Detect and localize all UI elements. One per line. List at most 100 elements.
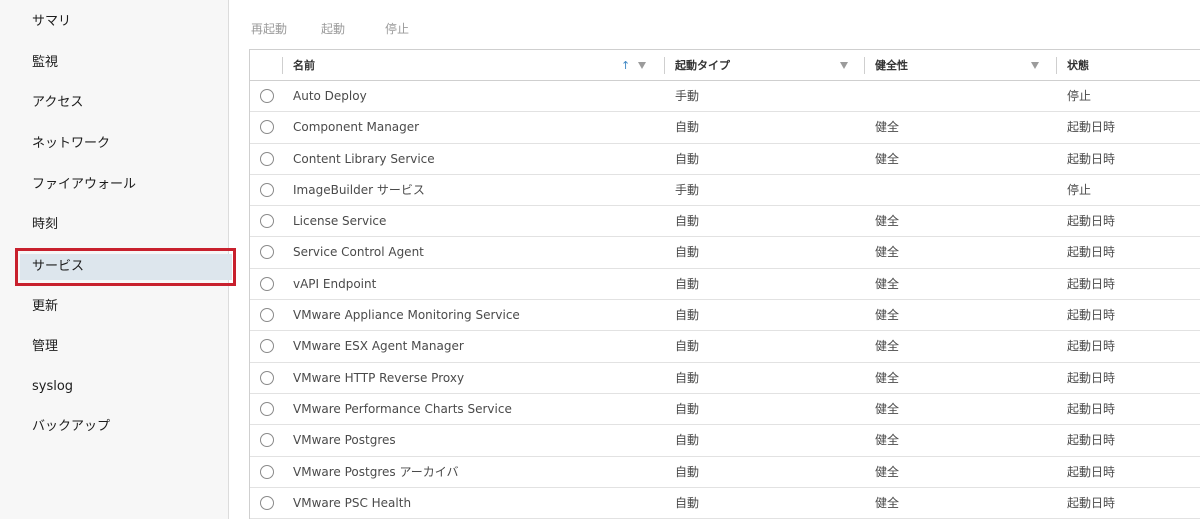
startup-type: 自動 [675, 214, 700, 229]
health: 健全 [875, 495, 900, 510]
sidebar-item-network[interactable]: ネットワーク [20, 131, 232, 157]
column-separator [1056, 57, 1057, 74]
startup-type: 自動 [675, 433, 700, 448]
health: 健全 [875, 433, 900, 448]
table-header: 名前 ↑ 起動タイプ 健全性 状態 [250, 50, 1200, 81]
startup-type: 自動 [675, 401, 700, 416]
sidebar-item-syslog[interactable]: syslog [20, 374, 232, 400]
service-name: VMware HTTP Reverse Proxy [293, 370, 465, 385]
status: 停止 [1067, 89, 1092, 103]
status: 起動日時 [1067, 339, 1116, 354]
row-select-radio[interactable] [260, 464, 274, 479]
health: 健全 [875, 370, 900, 385]
column-header-name[interactable]: 名前 [293, 50, 315, 81]
filter-startup-type-icon[interactable] [840, 62, 848, 69]
filter-health-icon[interactable] [1031, 62, 1039, 69]
health: 健全 [875, 151, 900, 166]
status: 起動日時 [1067, 214, 1116, 229]
row-select-radio[interactable] [260, 308, 274, 323]
health: 健全 [875, 401, 900, 416]
startup-type: 手動 [675, 89, 700, 103]
row-select-radio[interactable] [260, 339, 274, 354]
service-name: ImageBuilder サービス [293, 182, 425, 197]
table-row[interactable]: Content Library Service 自動 健全 起動日時 [250, 144, 1200, 175]
row-select-radio[interactable] [260, 276, 274, 291]
sidebar-item-access[interactable]: アクセス [20, 90, 232, 116]
startup-type: 自動 [675, 339, 700, 354]
health: 健全 [875, 308, 900, 323]
service-name: Component Manager [293, 120, 420, 135]
startup-type: 自動 [675, 308, 700, 323]
startup-type: 自動 [675, 120, 700, 135]
row-select-radio[interactable] [260, 151, 274, 166]
sidebar-item-administration[interactable]: 管理 [20, 334, 232, 360]
sidebar-item-summary[interactable]: サマリ [20, 9, 232, 35]
table-row[interactable]: VMware Appliance Monitoring Service 自動 健… [250, 300, 1200, 332]
startup-type: 自動 [675, 151, 700, 166]
startup-type: 自動 [675, 370, 700, 385]
selection-highlight-box [15, 248, 236, 286]
row-select-radio[interactable] [260, 401, 274, 416]
table-row[interactable]: VMware Postgres アーカイバ 自動 健全 起動日時 [250, 457, 1200, 488]
service-name: Content Library Service [293, 151, 435, 166]
row-select-radio[interactable] [260, 89, 274, 103]
service-name: Auto Deploy [293, 89, 367, 103]
table-row[interactable]: Auto Deploy 手動 停止 [250, 81, 1200, 113]
startup-type: 自動 [675, 276, 700, 291]
status: 起動日時 [1067, 276, 1116, 291]
status: 起動日時 [1067, 464, 1116, 479]
row-select-radio[interactable] [260, 370, 274, 385]
sidebar-item-monitor[interactable]: 監視 [20, 50, 232, 76]
health: 健全 [875, 339, 900, 354]
row-select-radio[interactable] [260, 120, 274, 135]
row-select-radio[interactable] [260, 182, 274, 197]
sort-ascending-icon[interactable]: ↑ [621, 50, 630, 81]
start-button[interactable]: 起動 [321, 20, 345, 38]
table-row[interactable]: Service Control Agent 自動 健全 起動日時 [250, 237, 1200, 269]
health: 健全 [875, 464, 900, 479]
row-select-radio[interactable] [260, 495, 274, 510]
sidebar-item-time[interactable]: 時刻 [20, 212, 232, 238]
health: 健全 [875, 245, 900, 260]
table-row[interactable]: VMware Performance Charts Service 自動 健全 … [250, 394, 1200, 426]
service-name: VMware Appliance Monitoring Service [293, 308, 520, 323]
restart-button[interactable]: 再起動 [251, 20, 287, 38]
status: 起動日時 [1067, 308, 1116, 323]
sidebar-item-backup[interactable]: バックアップ [20, 414, 232, 440]
service-name: VMware PSC Health [293, 495, 412, 510]
table-row[interactable]: VMware Postgres 自動 健全 起動日時 [250, 425, 1200, 457]
row-select-radio[interactable] [260, 245, 274, 260]
service-name: vAPI Endpoint [293, 276, 377, 291]
status: 起動日時 [1067, 245, 1116, 260]
health: 健全 [875, 120, 900, 135]
table-row[interactable]: Component Manager 自動 健全 起動日時 [250, 112, 1200, 144]
table-row[interactable]: VMware HTTP Reverse Proxy 自動 健全 起動日時 [250, 363, 1200, 394]
column-header-status[interactable]: 状態 [1067, 50, 1089, 81]
sidebar-item-firewall[interactable]: ファイアウォール [20, 172, 232, 198]
row-select-radio[interactable] [260, 433, 274, 448]
filter-name-icon[interactable] [638, 62, 646, 69]
table-row[interactable]: vAPI Endpoint 自動 健全 起動日時 [250, 269, 1200, 301]
table-row[interactable]: VMware PSC Health 自動 健全 起動日時 [250, 488, 1200, 519]
status: 起動日時 [1067, 495, 1116, 510]
status: 起動日時 [1067, 401, 1116, 416]
startup-type: 自動 [675, 464, 700, 479]
startup-type: 自動 [675, 495, 700, 510]
stop-button[interactable]: 停止 [385, 20, 409, 38]
service-name: VMware Postgres [293, 433, 396, 448]
sidebar-item-update[interactable]: 更新 [20, 294, 232, 320]
services-table: 名前 ↑ 起動タイプ 健全性 状態 Auto Deploy 手動 停止 Comp… [249, 49, 1200, 519]
table-row[interactable]: License Service 自動 健全 起動日時 [250, 206, 1200, 238]
column-separator [664, 57, 665, 74]
column-header-health[interactable]: 健全性 [875, 50, 908, 81]
table-row[interactable]: ImageBuilder サービス 手動 停止 [250, 175, 1200, 207]
service-name: VMware ESX Agent Manager [293, 339, 464, 354]
status: 起動日時 [1067, 120, 1116, 135]
column-separator [864, 57, 865, 74]
table-body: Auto Deploy 手動 停止 Component Manager 自動 健… [250, 81, 1200, 519]
row-select-radio[interactable] [260, 214, 274, 229]
column-header-startup-type[interactable]: 起動タイプ [675, 50, 730, 81]
table-row[interactable]: VMware ESX Agent Manager 自動 健全 起動日時 [250, 331, 1200, 363]
health: 健全 [875, 276, 900, 291]
startup-type: 自動 [675, 245, 700, 260]
